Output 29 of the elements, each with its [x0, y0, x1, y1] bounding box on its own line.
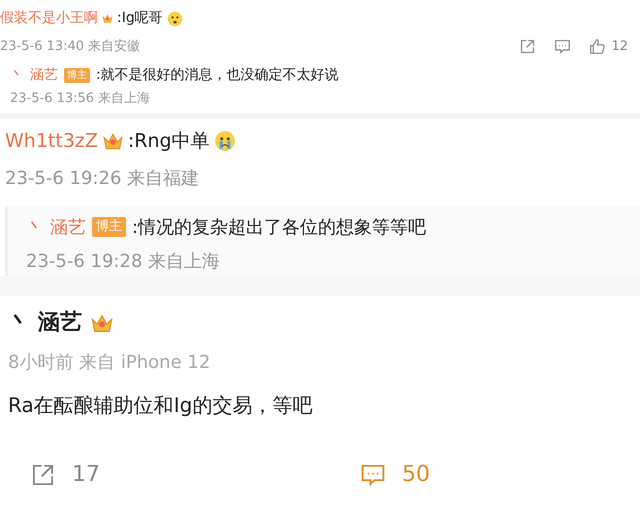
face-icon [166, 10, 183, 26]
share-count: 17 [72, 461, 100, 489]
post-text: Ra在酝酿辅助位和Ig的交易，等吧 [8, 392, 314, 419]
timestamp: 23-5-6 19:26 来自福建 [5, 166, 200, 190]
timestamp: 23-5-6 13:56 来自上海 [10, 90, 152, 108]
author-badge: 博主 [92, 217, 126, 237]
username[interactable]: 假装不是小王啊 [0, 8, 98, 29]
reply-text: :情况的复杂超出了各位的想象等等吧 [132, 216, 426, 240]
username[interactable]: 涵艺 [50, 214, 86, 240]
author-badge: 博主 [64, 68, 90, 82]
username[interactable]: Wh1tt3zZ [5, 127, 98, 156]
reply-mark: 丶 [8, 309, 30, 337]
reply-mark: 丶 [10, 66, 24, 84]
comment-icon[interactable] [554, 38, 572, 56]
username[interactable]: 涵艺 [38, 306, 82, 339]
username[interactable]: 涵艺 [30, 64, 58, 86]
timestamp: 23-5-6 19:28 来自上海 [26, 250, 222, 274]
crown-icon [102, 13, 113, 24]
timestamp: 8小时前 来自 iPhone 12 [8, 351, 212, 375]
share-icon[interactable] [519, 38, 536, 56]
reply-mark: 丶 [26, 216, 44, 240]
comment-text: :Rng中单 [128, 129, 210, 154]
like-icon[interactable] [589, 38, 606, 56]
timestamp: 23-5-6 13:40 来自安徽 [0, 38, 140, 56]
reply-text: :就不是很好的消息，也没确定不太好说 [96, 66, 339, 84]
comment-text: :Ig呢哥 [117, 9, 163, 28]
comment-count: 50 [402, 461, 430, 489]
crying-face-icon [214, 130, 236, 152]
like-count: 12 [611, 38, 628, 56]
